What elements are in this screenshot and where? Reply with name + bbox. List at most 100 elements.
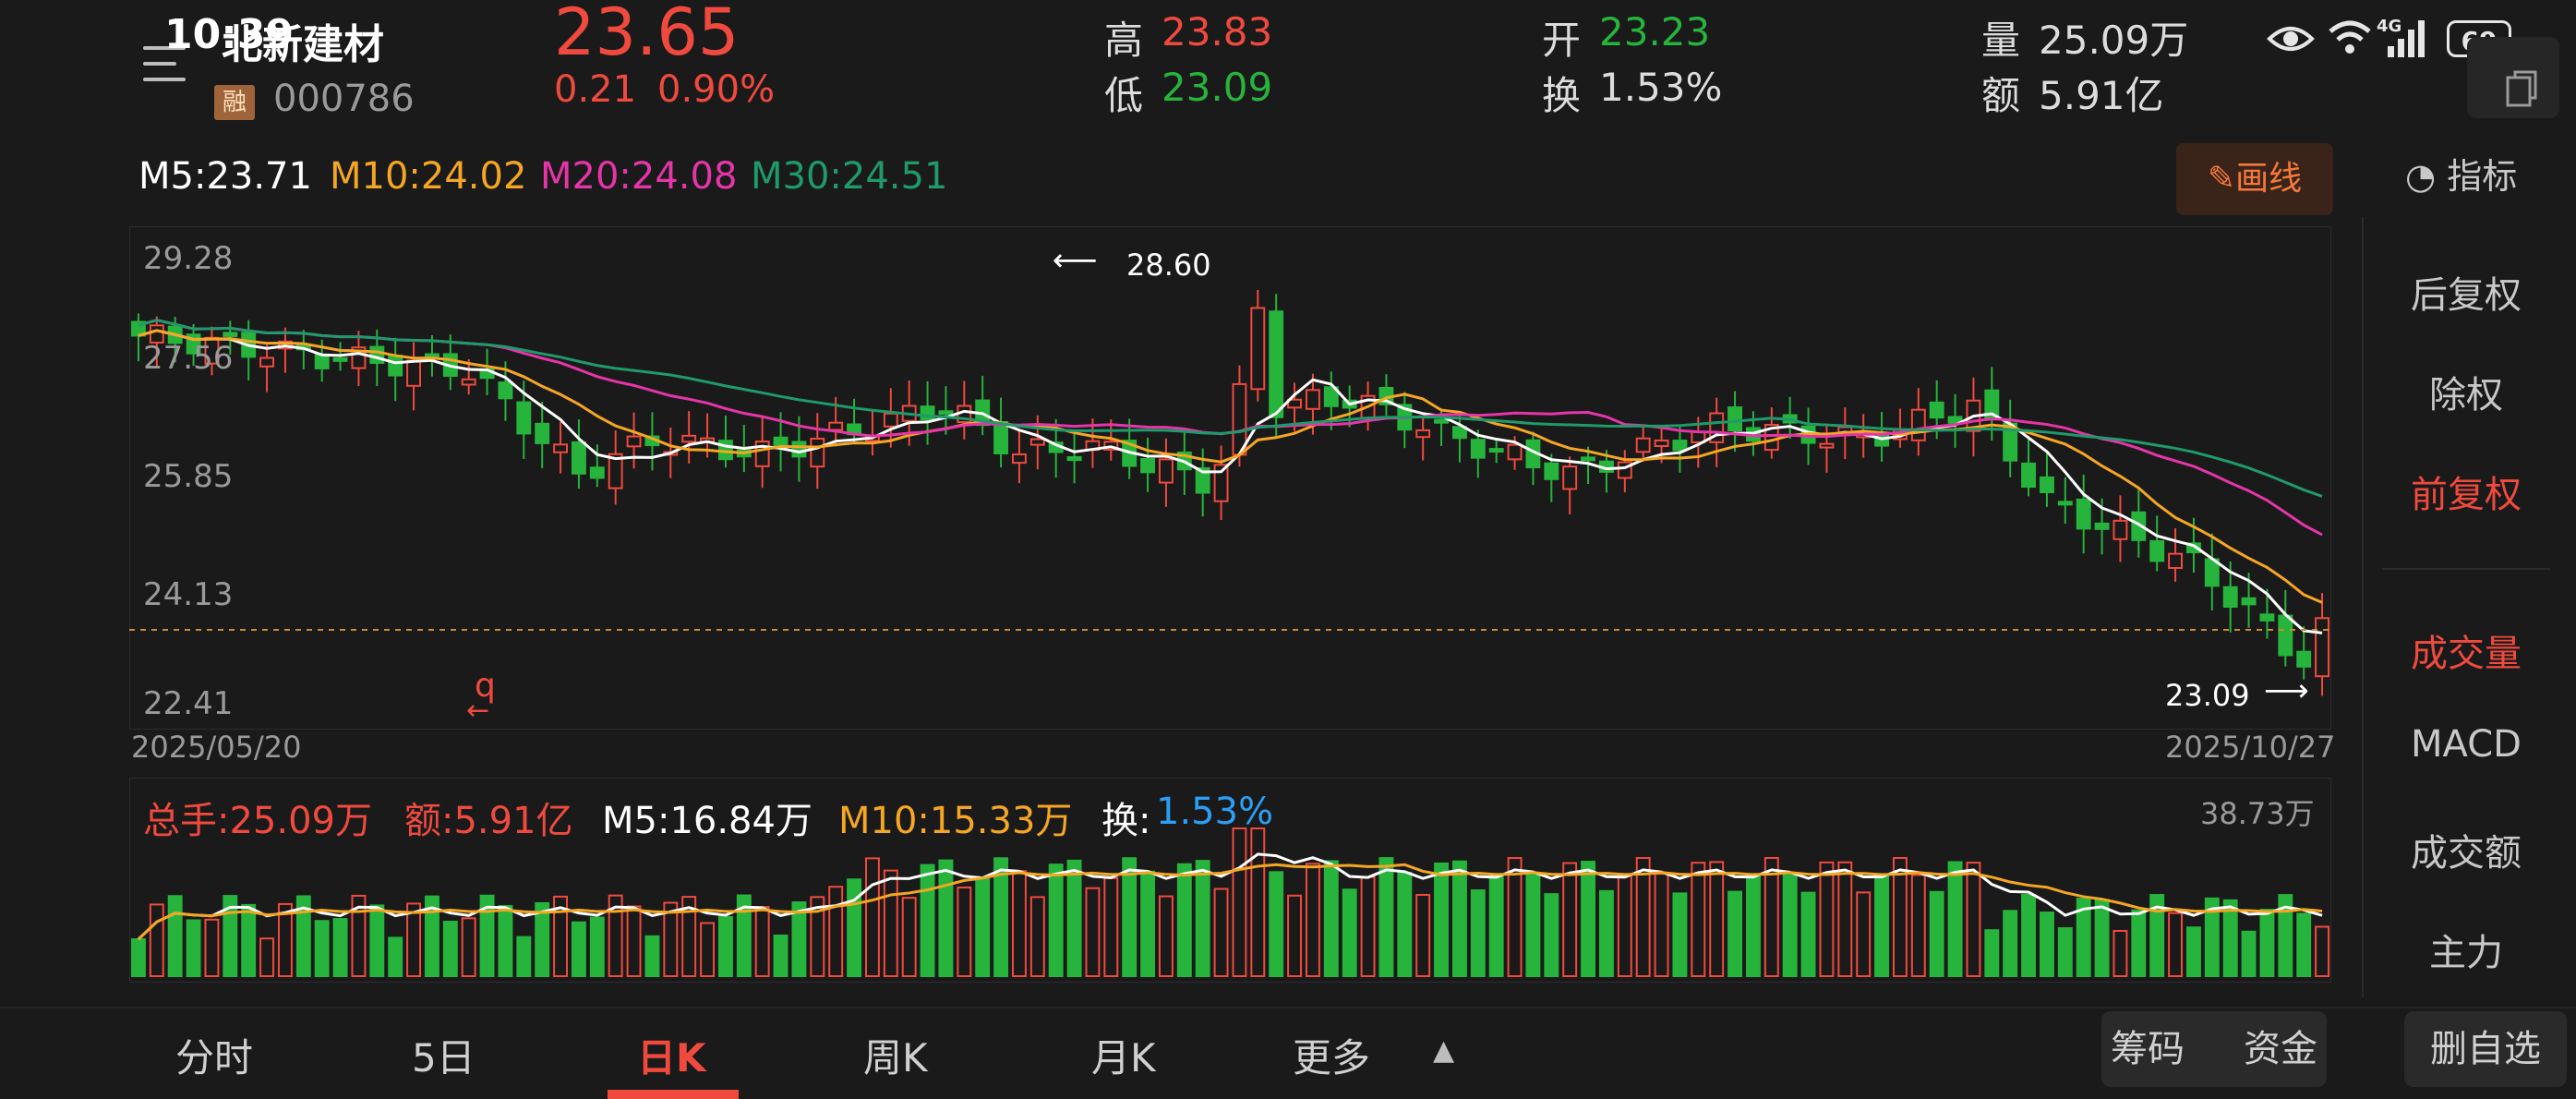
candle-body <box>2057 501 2073 506</box>
wifi-icon <box>2329 20 2371 54</box>
volume-bar <box>589 916 605 977</box>
candle-body <box>1929 401 1944 419</box>
volume-bar <box>186 919 201 977</box>
side-item-macd[interactable]: MACD <box>2364 723 2569 766</box>
open-value: 23.23 <box>1599 9 1711 54</box>
volume-bar <box>1581 861 1596 977</box>
tab-daily-k[interactable]: 日K <box>637 1027 706 1083</box>
start-date: 2025/05/20 <box>131 730 302 765</box>
open-label: 开 <box>1542 18 1582 63</box>
max-arrow-icon: ⟵ <box>1053 242 1098 279</box>
ma10-legend: M10:24.02 <box>330 155 527 198</box>
candle-body <box>1819 442 1835 449</box>
volume-bar <box>1856 891 1872 977</box>
amount-label: 额 <box>1981 73 2021 118</box>
volume-bar <box>2259 909 2275 978</box>
volume-bar <box>1598 889 1614 977</box>
volume-bar <box>1966 862 1981 977</box>
volume-bar <box>1727 890 1743 977</box>
volume-bar <box>2039 912 2054 977</box>
tab-intraday[interactable]: 分时 <box>175 1027 253 1083</box>
kline-chart[interactable] <box>129 226 2331 730</box>
candle-body <box>773 436 788 448</box>
side-item-ex-rights[interactable]: 除权 <box>2364 365 2569 418</box>
min-price-annotation: 23.09 <box>2165 678 2250 713</box>
tab-more[interactable]: 更多 <box>1293 1027 1370 1083</box>
candle-body <box>223 332 238 337</box>
volume-bar <box>1562 862 1578 977</box>
candle-body <box>626 435 642 448</box>
volume-bar <box>1525 872 1541 977</box>
gauge-icon: ◔ <box>2405 156 2437 197</box>
candle-body <box>2222 586 2238 609</box>
volume-bar <box>1635 857 1651 977</box>
volume-bar <box>167 895 183 977</box>
volume-bar <box>314 920 330 977</box>
side-item-forward-adjust[interactable]: 前复权 <box>2364 465 2569 518</box>
low-label: 低 <box>1104 73 1144 118</box>
tab-5day[interactable]: 5日 <box>412 1027 475 1083</box>
tab-monthly-k[interactable]: 月K <box>1091 1027 1156 1083</box>
volume-bar <box>1691 862 1706 977</box>
remove-watchlist-button[interactable]: 删自选 <box>2404 1011 2567 1087</box>
tab-weekly-k[interactable]: 周K <box>863 1027 928 1083</box>
candle-body <box>1488 448 1504 453</box>
high-value: 23.83 <box>1162 9 1273 54</box>
axis-label-bottom: 22.41 <box>143 685 234 722</box>
draw-line-button[interactable]: ✎画线 <box>2176 143 2333 215</box>
side-item-main-force[interactable]: 主力 <box>2364 923 2569 976</box>
ma5-line <box>138 329 2323 634</box>
candle-body <box>938 410 954 416</box>
volume-bar <box>1305 863 1320 977</box>
pencil-icon: ✎ <box>2207 160 2236 198</box>
volume-bar <box>1232 827 1247 977</box>
volume-bar <box>1837 861 1853 977</box>
candle-body <box>1672 440 1688 452</box>
volume-bar <box>1451 860 1467 977</box>
indicator-button[interactable]: ◔ 指标 <box>2405 148 2517 199</box>
candle-body <box>810 437 825 468</box>
candle-body <box>2168 552 2184 569</box>
volume-bar <box>1947 861 1963 977</box>
candle-body <box>2315 617 2330 678</box>
volume-bar <box>700 922 716 977</box>
volume-bar <box>1507 857 1523 977</box>
volume-bar <box>2131 909 2147 977</box>
volume-bar <box>369 904 385 977</box>
triangle-up-icon[interactable]: ▲ <box>1433 1034 1454 1067</box>
volume-bar <box>130 938 146 977</box>
stock-name: 北新建材 <box>222 21 384 68</box>
copy-button[interactable] <box>2467 37 2559 118</box>
volume-bar <box>883 869 898 977</box>
chips-button[interactable]: 筹码 <box>2111 1028 2185 1070</box>
candle-body <box>589 466 605 479</box>
volume-bar <box>1103 876 1119 977</box>
low-value: 23.09 <box>1162 65 1273 110</box>
candle-body <box>2094 522 2110 530</box>
chart-frame <box>129 226 2331 730</box>
volume-bar <box>1085 887 1101 977</box>
volume-bar <box>864 857 880 977</box>
candle-body <box>424 353 439 358</box>
side-item-amount[interactable]: 成交额 <box>2364 823 2569 876</box>
side-item-volume[interactable]: 成交量 <box>2364 623 2569 677</box>
volume-bar <box>1269 871 1284 977</box>
side-item-backward-adjust[interactable]: 后复权 <box>2364 265 2569 319</box>
left-arrow-icon: ← <box>466 694 490 727</box>
volume-bar <box>1397 871 1413 977</box>
candle-body <box>2296 650 2312 668</box>
axis-label-top: 29.28 <box>143 240 234 277</box>
candle-body <box>332 356 348 362</box>
turnover-label: 换 <box>1542 73 1582 118</box>
volume-bar <box>2003 910 2018 977</box>
volume-bar <box>2021 894 2037 977</box>
volume-bar <box>1250 827 1266 977</box>
candle-body <box>2241 597 2257 606</box>
volume-bar <box>2113 929 2128 978</box>
price-change-pct: 0.90% <box>657 68 776 111</box>
funds-button[interactable]: 资金 <box>2244 1028 2317 1070</box>
candle-body <box>516 401 532 435</box>
volume-bar <box>1122 857 1138 977</box>
volume-bar <box>1048 864 1064 977</box>
volume-chart[interactable] <box>129 778 2331 983</box>
